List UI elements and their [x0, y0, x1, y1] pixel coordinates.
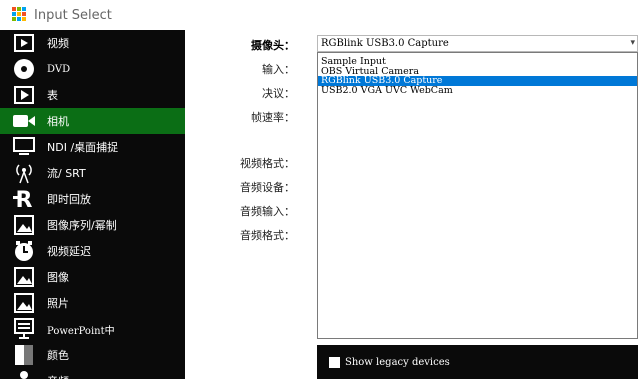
framerate-label: 帧速率： [251, 111, 295, 124]
image-icon [12, 266, 36, 288]
sidebar-item-camera[interactable]: 相机 [0, 108, 185, 134]
camera-select[interactable]: RGBlink USB3.0 Capture ▾ [317, 35, 638, 52]
show-legacy-checkbox[interactable] [329, 356, 340, 368]
grid-app-icon [12, 7, 28, 23]
audio-input-label: 音频输入： [240, 205, 295, 218]
sidebar-item-ndi-desktop[interactable]: NDI /桌面捕捉 [0, 134, 185, 160]
camera-dropdown-list[interactable]: Sample Input OBS Virtual Camera RGBlink … [317, 52, 638, 339]
play-table-icon [12, 84, 36, 106]
sidebar-item-photos[interactable]: 照片 [0, 290, 185, 316]
presentation-icon [12, 318, 36, 340]
sidebar-item-video[interactable]: 视频 [0, 30, 185, 56]
photos-icon [12, 292, 36, 314]
camera-select-value: RGBlink USB3.0 Capture [321, 38, 449, 49]
audio-icon [12, 370, 36, 379]
camera-label: 摄像头： [251, 39, 295, 52]
video-format-label: 视频格式： [240, 157, 295, 170]
chevron-down-icon[interactable]: ▾ [630, 36, 635, 51]
sidebar-item-powerpoint[interactable]: PowerPoint中 [0, 316, 185, 342]
clock-delay-icon [12, 240, 36, 262]
sidebar-item-image[interactable]: 图像 [0, 264, 185, 290]
window-title: Input Select [34, 7, 112, 23]
video-file-icon [12, 32, 36, 54]
sidebar-item-audio[interactable]: 音频 [0, 368, 185, 379]
legacy-devices-bar: Show legacy devices [317, 345, 638, 379]
dvd-disc-icon [12, 58, 36, 80]
sidebar-item-instant-replay[interactable]: R 即时回放 [0, 186, 185, 212]
camera-icon [12, 110, 36, 132]
input-label: 输入： [262, 63, 295, 76]
stream-antenna-icon [12, 162, 36, 184]
sidebar-item-dvd[interactable]: DVD [0, 56, 185, 82]
camera-settings-labels: 摄像头： 输入： 决议： 帧速率： 视频格式： 音频设备： 音频输入： 音频格式… [185, 30, 295, 330]
monitor-icon [12, 136, 36, 158]
sidebar-item-color[interactable]: 颜色 [0, 342, 185, 368]
sidebar-item-image-sequence[interactable]: 图像序列/幂制 [0, 212, 185, 238]
show-legacy-label: Show legacy devices [345, 356, 450, 368]
color-icon [12, 344, 36, 366]
replay-r-icon: R [12, 188, 36, 210]
resolution-label: 决议： [262, 87, 295, 100]
audio-format-label: 音频格式： [240, 229, 295, 242]
title-bar: Input Select [0, 0, 638, 30]
camera-option-usb-webcam[interactable]: USB2.0 VGA UVC WebCam [318, 85, 637, 96]
sidebar-item-stream-srt[interactable]: 流/ SRT [0, 160, 185, 186]
sidebar-item-video-delay[interactable]: 视频延迟 [0, 238, 185, 264]
input-type-sidebar: 视频 DVD 表 相机 NDI /桌面捕捉 流/ SRT R 即时回放 图像序列… [0, 30, 185, 379]
audio-device-label: 音频设备： [240, 181, 295, 194]
sidebar-item-table[interactable]: 表 [0, 82, 185, 108]
image-sequence-icon [12, 214, 36, 236]
